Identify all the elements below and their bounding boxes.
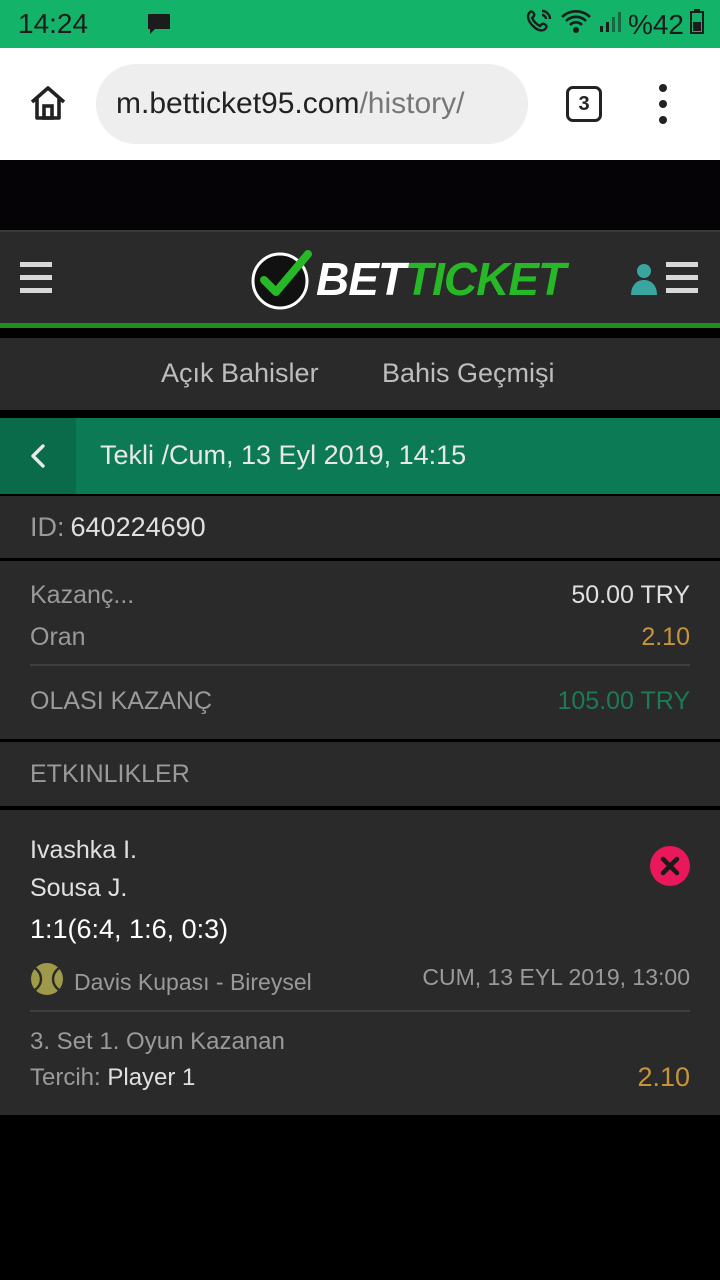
tennis-ball-icon	[30, 962, 64, 1002]
user-icon	[630, 262, 658, 301]
home-icon[interactable]	[28, 84, 68, 127]
odds-row: Oran 2.10	[30, 623, 690, 652]
more-menu-icon[interactable]	[656, 84, 670, 124]
bets-subnav: Açık Bahisler Bahis Geçmişi	[0, 338, 720, 410]
tab-bet-history[interactable]: Bahis Geçmişi	[382, 358, 555, 389]
stake-value: 50.00 TRY	[571, 581, 690, 609]
url-path: /history/	[359, 87, 465, 120]
selection-value: Player 1	[107, 1064, 196, 1091]
battery-icon	[690, 8, 704, 41]
wifi-call-icon	[526, 8, 554, 41]
ticket-summary: Kazanç... 50.00 TRY Oran 2.10 OLASI KAZA…	[0, 561, 720, 739]
event-date: CUM, 13 EYL 2019, 13:00	[422, 964, 690, 990]
app-header: BETTICKET	[0, 230, 720, 328]
ticket-title: Tekli /Cum, 13 Eyl 2019, 14:15	[100, 440, 467, 470]
page-top-gap	[0, 160, 720, 230]
signal-icon	[598, 9, 622, 41]
battery-percent: %42	[627, 8, 684, 40]
potential-win-label: OLASI KAZANÇ	[30, 687, 212, 715]
stake-row: Kazanç... 50.00 TRY	[30, 581, 690, 610]
selection-label: Tercih:	[30, 1064, 101, 1091]
url-host: m.betticket95.com	[116, 87, 360, 120]
event-odds: 2.10	[637, 1062, 690, 1092]
league-name: Davis Kupası - Bireysel	[74, 968, 312, 995]
potential-win-row: OLASI KAZANÇ 105.00 TRY	[30, 687, 690, 716]
ticket-id-value: 640224690	[70, 511, 206, 542]
selection: Tercih: Player 1	[30, 1064, 195, 1092]
wifi-icon	[560, 8, 592, 41]
league-info: Davis Kupası - Bireysel	[30, 962, 312, 1002]
player-2: Sousa J.	[30, 874, 128, 902]
ticket-title-bar: Tekli /Cum, 13 Eyl 2019, 14:15	[0, 418, 720, 494]
events-header: ETKINLIKLER	[0, 742, 720, 806]
event-card: Ivashka I. Sousa J. 1:1(6:4, 1:6, 0:3) D…	[0, 810, 720, 1115]
back-button[interactable]	[0, 418, 76, 494]
browser-toolbar: m.betticket95.com/history/ 3	[0, 48, 720, 160]
odds-label: Oran	[30, 623, 86, 651]
message-icon	[146, 12, 172, 41]
ticket-id-label: ID:	[30, 511, 65, 542]
status-indicators: %42	[526, 8, 704, 41]
checkmark-logo-icon	[251, 250, 312, 310]
brand-bet: BET	[316, 253, 406, 305]
menu-icon[interactable]	[20, 262, 52, 301]
lost-status-icon	[650, 846, 690, 891]
match-score: 1:1(6:4, 1:6, 0:3)	[30, 914, 229, 944]
header-accent-line	[0, 323, 720, 328]
status-time: 14:24	[18, 8, 89, 39]
player-1: Ivashka I.	[30, 836, 137, 864]
chevron-left-icon	[31, 444, 45, 468]
odds-value: 2.10	[641, 623, 690, 651]
betticket-logo[interactable]: BETTICKET	[250, 248, 566, 310]
status-bar: 14:24 %42	[0, 0, 720, 48]
user-menu-button[interactable]	[630, 262, 698, 301]
market-name: 3. Set 1. Oyun Kazanan	[30, 1028, 285, 1055]
ticket-id-row: ID: 640224690	[0, 496, 720, 558]
tab-open-bets[interactable]: Açık Bahisler	[161, 358, 319, 389]
potential-win-value: 105.00 TRY	[557, 687, 690, 715]
url-bar[interactable]: m.betticket95.com/history/	[96, 64, 528, 144]
event-divider	[30, 1010, 690, 1012]
stake-label: Kazanç...	[30, 581, 135, 609]
brand-ticket: TICKET	[405, 253, 566, 305]
user-menu-lines-icon	[666, 262, 698, 301]
summary-divider	[30, 664, 690, 666]
tab-switcher-button[interactable]: 3	[566, 86, 602, 122]
